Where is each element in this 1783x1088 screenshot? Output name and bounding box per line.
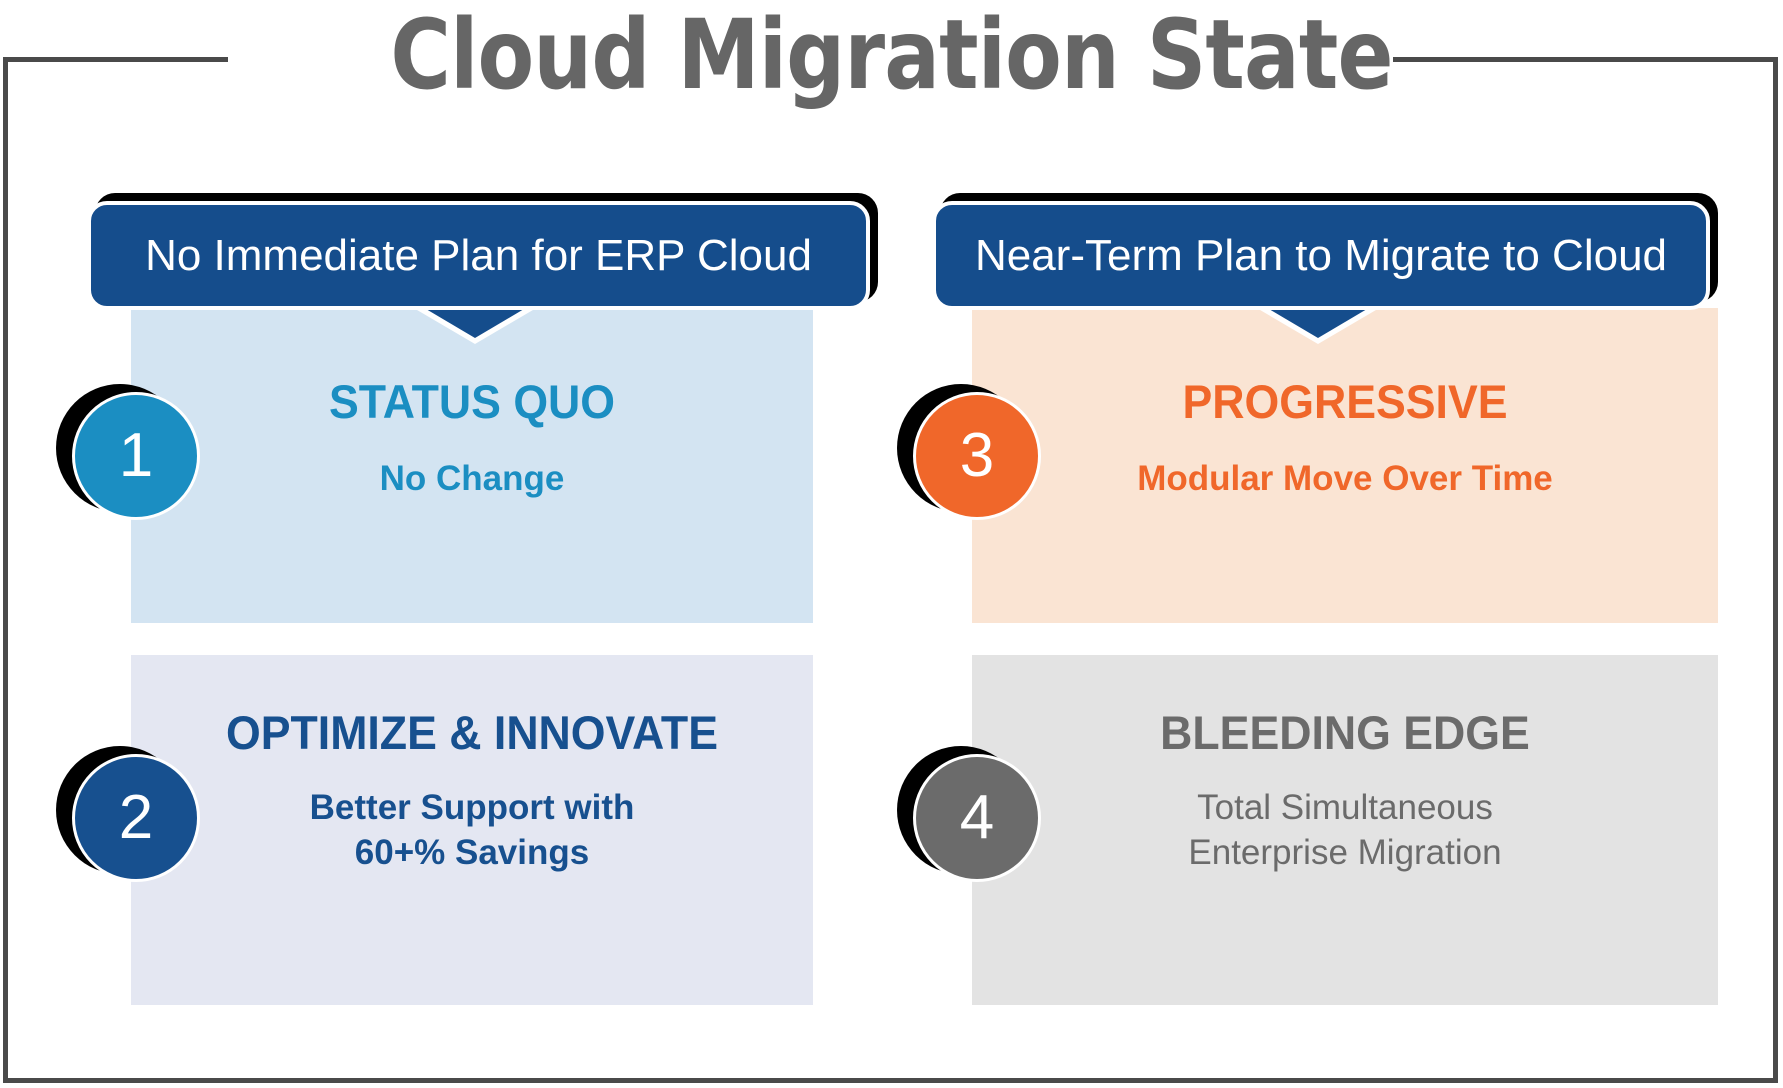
badge-number-4: 4 [913,754,1041,882]
card-heading-4: BLEEDING EDGE [1160,706,1530,759]
card-progressive: PROGRESSIVE Modular Move Over Time [972,308,1718,623]
banner-near-term-plan: Near-Term Plan to Migrate to Cloud [932,193,1718,310]
card-subtext-2-line2: 60+% Savings [354,833,590,872]
card-optimize-innovate: OPTIMIZE & INNOVATE Better Support with … [131,655,813,1005]
card-subtext-2: Better Support with 60+% Savings [131,785,813,875]
card-subtext-4: Total Simultaneous Enterprise Migration [972,785,1718,875]
card-subtext-3: Modular Move Over Time [1137,459,1553,498]
badge-4: 4 [897,746,1041,882]
card-subtext-4-line2: Enterprise Migration [1188,833,1502,872]
badge-1: 1 [56,384,200,520]
card-subtext-1: No Change [379,459,565,498]
card-heading-1: STATUS QUO [328,375,616,428]
badge-number-2: 2 [72,754,200,882]
badge-3: 3 [897,384,1041,520]
card-heading-2: OPTIMIZE & INNOVATE [226,706,718,759]
banner-no-immediate-plan: No Immediate Plan for ERP Cloud [87,193,878,310]
banner-label-1: No Immediate Plan for ERP Cloud [87,201,870,310]
card-bleeding-edge: BLEEDING EDGE Total Simultaneous Enterpr… [972,655,1718,1005]
badge-number-1: 1 [72,392,200,520]
card-heading-3: PROGRESSIVE [1182,375,1508,428]
badge-number-3: 3 [913,392,1041,520]
card-subtext-4-line1: Total Simultaneous [1197,788,1493,827]
banner-label-2: Near-Term Plan to Migrate to Cloud [932,201,1710,310]
card-subtext-2-line1: Better Support with [309,788,635,827]
page-title: Cloud Migration State [390,0,1393,111]
card-status-quo: STATUS QUO No Change [131,308,813,623]
badge-2: 2 [56,746,200,882]
